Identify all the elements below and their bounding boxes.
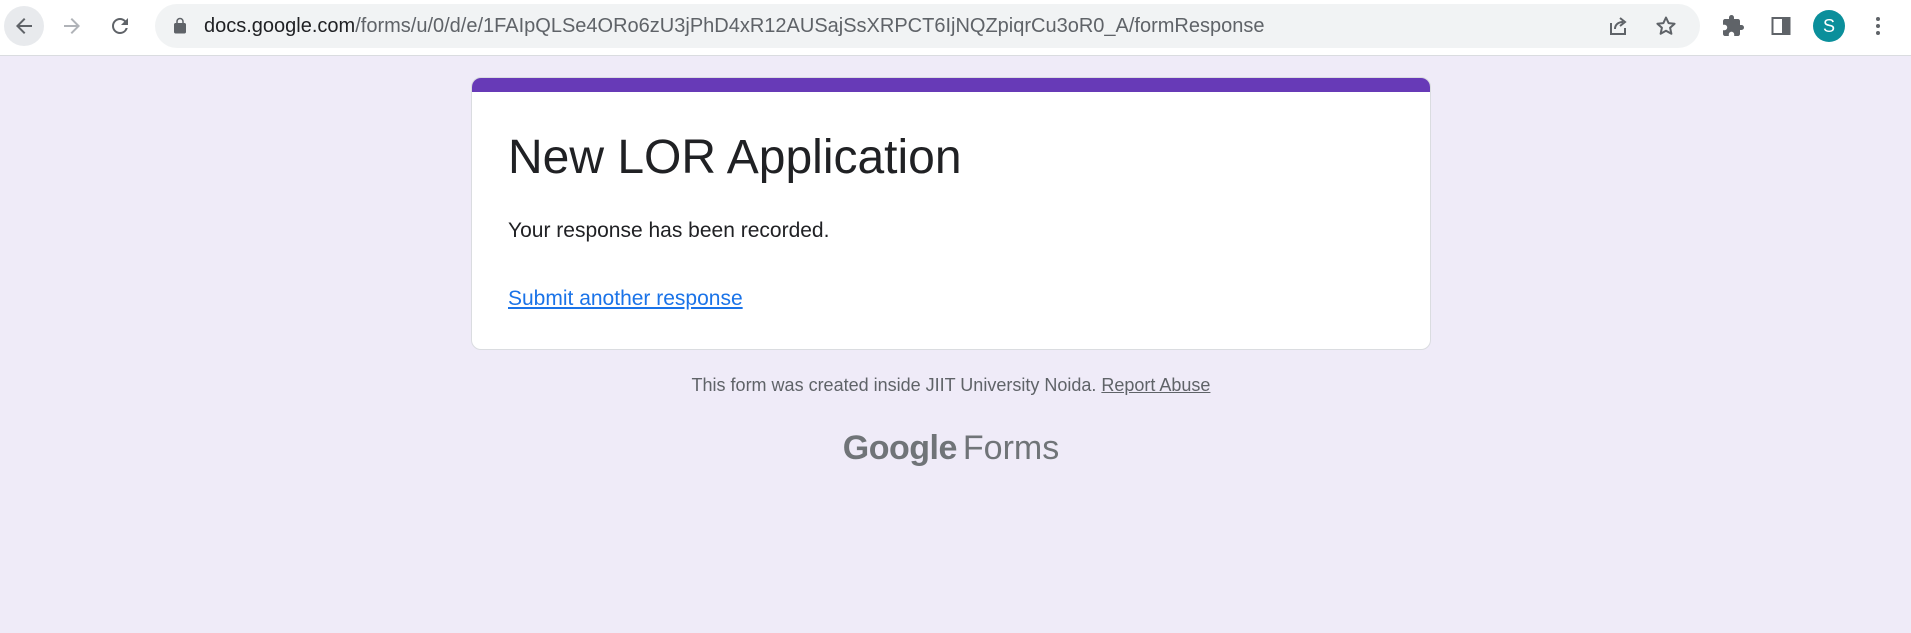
- google-forms-logo[interactable]: Google Forms: [0, 426, 1902, 470]
- address-bar[interactable]: docs.google.com/forms/u/0/d/e/1FAIpQLSe4…: [155, 4, 1700, 48]
- puzzle-icon: [1723, 15, 1744, 36]
- browser-menu-button[interactable]: [1858, 6, 1898, 46]
- confirmation-message: Your response has been recorded.: [508, 219, 830, 242]
- url-host: docs.google.com: [204, 15, 356, 37]
- arrow-left-icon: [16, 18, 32, 34]
- reload-icon: [112, 18, 128, 34]
- share-icon: [1610, 17, 1627, 35]
- reload-button[interactable]: [100, 6, 140, 46]
- logo-forms-text: Forms: [962, 429, 1060, 467]
- report-abuse-link[interactable]: Report Abuse: [1101, 375, 1210, 395]
- footer-note-text: This form was created inside JIIT Univer…: [691, 375, 1097, 395]
- kebab-menu-icon: [1876, 17, 1880, 35]
- footer-note: This form was created inside JIIT Univer…: [0, 374, 1902, 396]
- url-path: /forms/u/0/d/e/1FAIpQLSe4ORo6zU3jPhD4xR1…: [355, 15, 1265, 37]
- side-panel-icon: [1771, 17, 1791, 35]
- side-panel-button[interactable]: [1761, 6, 1801, 46]
- logo-google-text: Google: [842, 429, 958, 467]
- submit-another-response-link[interactable]: Submit another response: [508, 286, 743, 312]
- browser-toolbar: docs.google.com/forms/u/0/d/e/1FAIpQLSe4…: [0, 0, 1911, 56]
- back-button[interactable]: [4, 6, 44, 46]
- bookmark-button[interactable]: [1646, 6, 1686, 46]
- forward-button[interactable]: [52, 6, 92, 46]
- star-icon: [1656, 16, 1676, 35]
- share-button[interactable]: [1598, 6, 1638, 46]
- extensions-button[interactable]: [1713, 6, 1753, 46]
- form-response-card: New LOR Application Your response has be…: [471, 77, 1431, 350]
- card-accent-bar: [472, 78, 1430, 92]
- url-text[interactable]: docs.google.com/forms/u/0/d/e/1FAIpQLSe4…: [204, 4, 1265, 48]
- lock-icon[interactable]: [171, 17, 189, 35]
- form-title: New LOR Application: [508, 131, 962, 184]
- profile-avatar[interactable]: S: [1813, 10, 1845, 42]
- arrow-right-icon: [64, 18, 80, 34]
